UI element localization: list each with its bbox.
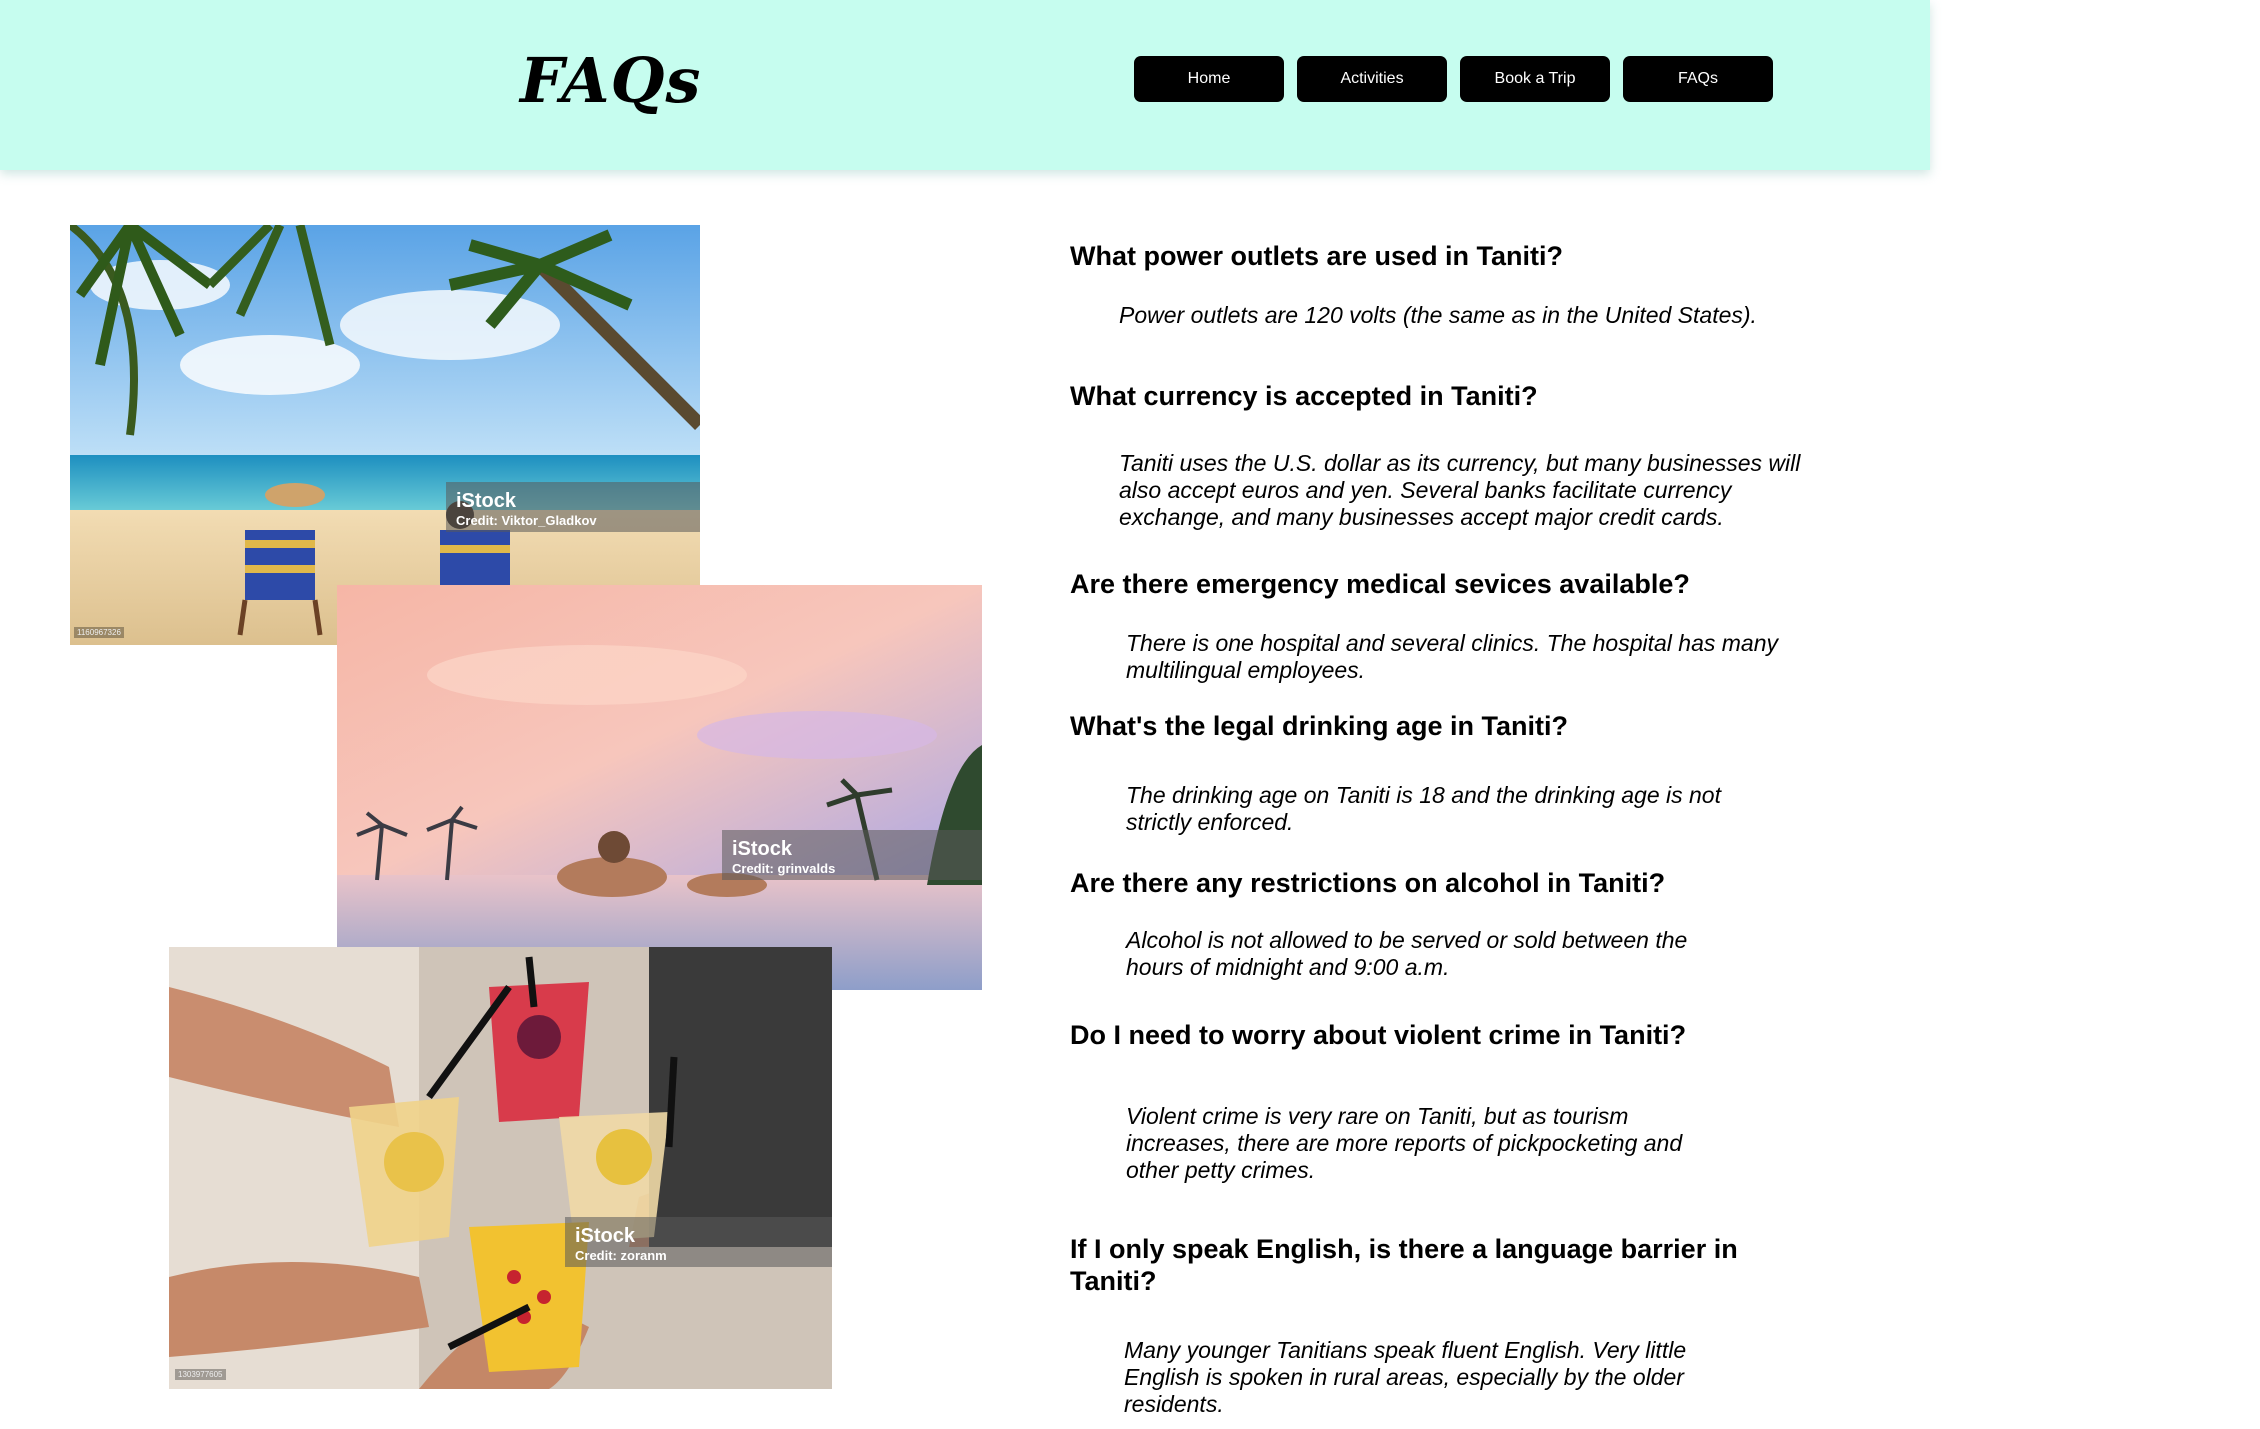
istock-watermark: iStock Credit: Viktor_Gladkov — [446, 482, 700, 532]
faq-answer: Power outlets are 120 volts (the same as… — [1119, 302, 1757, 328]
faq-answer: There is one hospital and several clinic… — [1126, 630, 1779, 683]
beach-chairs-photo: iStock Credit: Viktor_Gladkov 1160967326 — [70, 225, 700, 645]
faq-answer: Many younger Tanitians speak fluent Engl… — [1124, 1337, 1687, 1417]
faq-question: Are there any restrictions on alcohol in… — [1070, 868, 1666, 898]
nav-activities-button[interactable]: Activities — [1297, 56, 1447, 102]
faq-item: Do I need to worry about violent crime i… — [1070, 1019, 1830, 1183]
photo-id: 1303977605 — [175, 1369, 226, 1380]
photo-id: 1160967326 — [74, 627, 124, 638]
nav-faqs-button[interactable]: FAQs — [1623, 56, 1773, 102]
faq-answer: Alcohol is not allowed to be served or s… — [1126, 927, 1688, 980]
faq-item: Are there any restrictions on alcohol in… — [1070, 867, 1830, 980]
faq-question: What power outlets are used in Taniti? — [1070, 241, 1564, 271]
faq-item: What power outlets are used in Taniti? P… — [1070, 240, 1830, 328]
istock-watermark: iStock Credit: grinvalds — [722, 830, 982, 880]
cocktails-toast-photo: iStock Credit: zoranm 1303977605 — [169, 947, 832, 1389]
faq-question: If I only speak English, is there a lang… — [1070, 1234, 1738, 1296]
page-title: FAQs — [520, 44, 702, 117]
site-header: FAQs Home Activities Book a Trip FAQs — [0, 0, 1930, 170]
faq-item: Are there emergency medical sevices avai… — [1070, 568, 1830, 683]
faq-answer: Taniti uses the U.S. dollar as its curre… — [1119, 450, 1801, 530]
nav-home-button[interactable]: Home — [1134, 56, 1284, 102]
infinity-pool-photo: iStock Credit: grinvalds — [337, 585, 982, 990]
faq-question: What's the legal drinking age in Taniti? — [1070, 711, 1568, 741]
faq-item: If I only speak English, is there a lang… — [1070, 1233, 1830, 1417]
faq-item: What's the legal drinking age in Taniti?… — [1070, 710, 1830, 835]
faq-answer: Violent crime is very rare on Taniti, bu… — [1126, 1103, 1683, 1183]
faq-question: Are there emergency medical sevices avai… — [1070, 569, 1690, 599]
faq-answer: The drinking age on Taniti is 18 and the… — [1126, 782, 1721, 835]
istock-watermark: iStock Credit: zoranm — [565, 1217, 832, 1267]
faq-item: What currency is accepted in Taniti? Tan… — [1070, 380, 1830, 530]
faq-question: Do I need to worry about violent crime i… — [1070, 1020, 1687, 1050]
faq-question: What currency is accepted in Taniti? — [1070, 381, 1538, 411]
nav-book-trip-button[interactable]: Book a Trip — [1460, 56, 1610, 102]
